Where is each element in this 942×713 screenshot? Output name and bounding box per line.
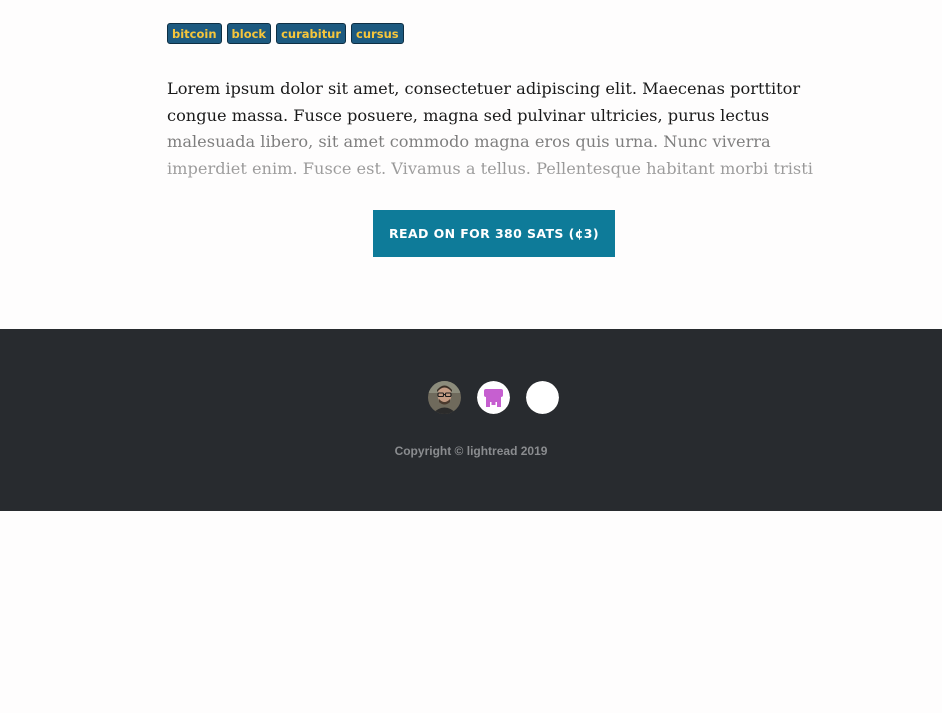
tag-list: bitcoin block curabitur cursus (167, 23, 404, 44)
tag-block[interactable]: block (226, 23, 272, 44)
author-avatar-icon[interactable] (428, 381, 461, 414)
footer-avatars (428, 381, 559, 414)
tag-bitcoin[interactable]: bitcoin (167, 23, 222, 44)
tag-curabitur[interactable]: curabitur (276, 23, 347, 44)
article-excerpt: Lorem ipsum dolor sit amet, consectetuer… (167, 76, 817, 180)
tag-cursus[interactable]: cursus (351, 23, 404, 44)
pink-robot-avatar-icon[interactable] (477, 381, 510, 414)
copyright-text: Copyright © lightread 2019 (394, 444, 548, 458)
white-circle-avatar-icon[interactable] (526, 381, 559, 414)
read-on-button[interactable]: READ ON FOR 380 SATS (¢3) (373, 210, 615, 257)
footer: Copyright © lightread 2019 (0, 329, 942, 511)
excerpt-text: Lorem ipsum dolor sit amet, consectetuer… (167, 79, 813, 178)
